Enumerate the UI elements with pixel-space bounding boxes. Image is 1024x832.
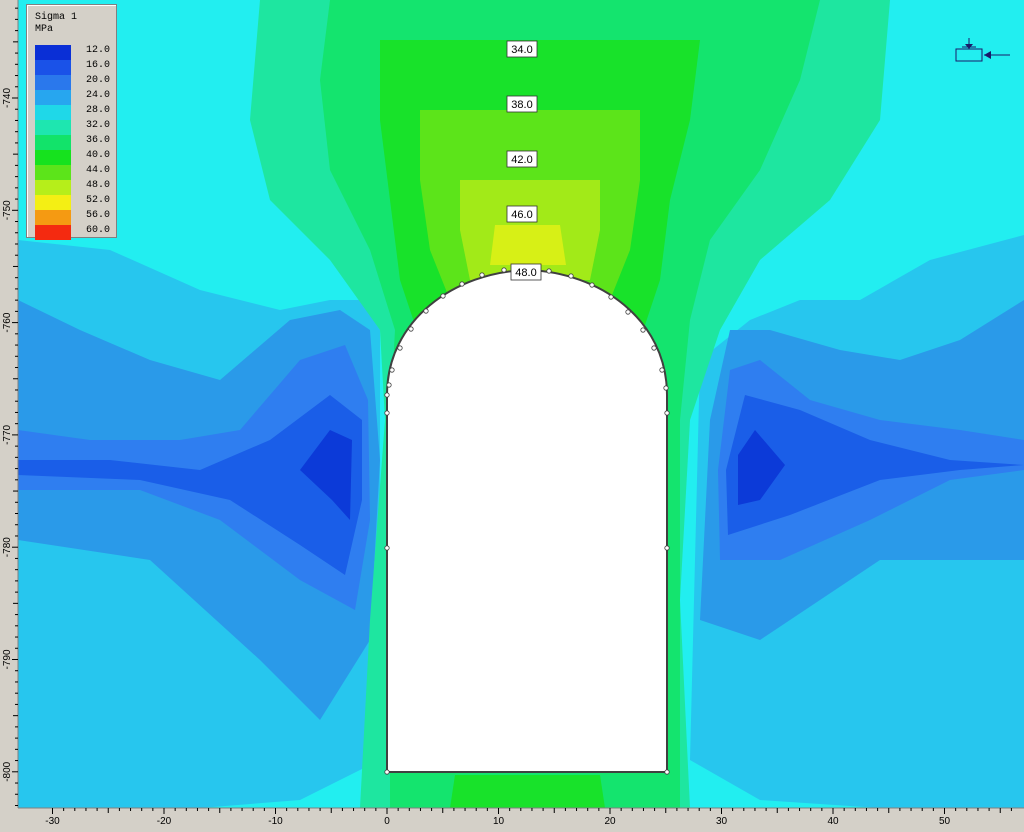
legend-label: 28.0 <box>86 105 111 116</box>
legend-label: 44.0 <box>86 165 111 176</box>
x-tick-label: -20 <box>157 816 172 827</box>
legend-unit: MPa <box>35 24 54 35</box>
y-tick-label: -760 <box>2 312 13 332</box>
boundary-vertex[interactable] <box>640 327 646 333</box>
x-tick-label: 20 <box>604 816 616 827</box>
boundary-vertex[interactable] <box>625 309 631 315</box>
contour-label: 38.0 <box>506 95 538 113</box>
boundary-vertex[interactable] <box>386 382 392 388</box>
boundary-vertex[interactable] <box>659 367 665 373</box>
legend-swatch <box>35 120 71 135</box>
legend-label: 20.0 <box>86 75 111 86</box>
y-tick-label: -770 <box>2 424 13 444</box>
contour-label: 42.0 <box>506 150 538 168</box>
boundary-vertex[interactable] <box>397 345 403 351</box>
boundary-vertex[interactable] <box>664 545 670 551</box>
model-viewport[interactable]: 34.0 38.0 42.0 46.0 48.0 -30 -20 -10 0 10 20 30 40 5… <box>0 0 1024 827</box>
boundary-vertex[interactable] <box>423 308 429 314</box>
y-tick-label: -790 <box>2 649 13 669</box>
x-tick-label: 10 <box>493 816 505 827</box>
boundary-vertex[interactable] <box>651 345 657 351</box>
y-tick-label: -780 <box>2 537 13 557</box>
x-tick-label: -30 <box>45 816 60 827</box>
legend-label: 56.0 <box>86 210 111 221</box>
contour-label: 48.0 <box>510 263 542 281</box>
legend-label: 52.0 <box>86 195 111 206</box>
boundary-vertex[interactable] <box>501 267 507 273</box>
stress-contour-plot[interactable]: 34.0 38.0 42.0 46.0 48.0 -30 -20 -10 0 10 20 30 40 5… <box>0 0 1024 827</box>
x-tick-label: 30 <box>716 816 728 827</box>
legend-swatch <box>35 135 71 150</box>
boundary-vertex[interactable] <box>664 769 670 775</box>
svg-text:46.0: 46.0 <box>511 209 532 221</box>
legend-swatch <box>35 90 71 105</box>
boundary-vertex[interactable] <box>384 410 390 416</box>
y-tick-label: -740 <box>2 88 13 108</box>
x-tick-label: 0 <box>384 816 390 827</box>
boundary-vertex[interactable] <box>546 268 552 274</box>
contour-band <box>450 775 605 808</box>
legend-swatch <box>35 60 71 75</box>
legend-swatch <box>35 180 71 195</box>
x-tick-label: 40 <box>827 816 839 827</box>
svg-text:42.0: 42.0 <box>511 154 532 166</box>
svg-text:48.0: 48.0 <box>515 267 536 279</box>
boundary-vertex[interactable] <box>459 281 465 287</box>
boundary-vertex[interactable] <box>663 385 669 391</box>
boundary-vertex[interactable] <box>408 326 414 332</box>
legend-label: 24.0 <box>86 90 111 101</box>
legend-swatch <box>35 165 71 180</box>
legend-swatch <box>35 210 71 225</box>
horizontal-ruler <box>0 808 1024 827</box>
boundary-vertex[interactable] <box>384 545 390 551</box>
legend-swatch <box>35 105 71 120</box>
contour-label: 34.0 <box>506 40 538 58</box>
boundary-vertex[interactable] <box>479 272 485 278</box>
boundary-vertex[interactable] <box>568 273 574 279</box>
contour-band <box>490 225 566 265</box>
legend-label: 48.0 <box>86 180 111 191</box>
legend-panel[interactable]: Sigma 1 MPa 12.0 16.0 20.0 24.0 28.0 32.0 36.0… <box>26 4 117 240</box>
y-tick-label: -800 <box>2 761 13 781</box>
legend-label: 60.0 <box>86 225 111 236</box>
boundary-vertex[interactable] <box>589 282 595 288</box>
vertical-ruler <box>0 0 18 827</box>
boundary-vertex[interactable] <box>440 293 446 299</box>
legend-swatch <box>35 45 71 60</box>
legend-label: 36.0 <box>86 135 111 146</box>
boundary-vertex[interactable] <box>389 367 395 373</box>
legend-swatch <box>35 75 71 90</box>
legend-label: 32.0 <box>86 120 111 131</box>
svg-text:38.0: 38.0 <box>511 99 532 111</box>
legend-swatch <box>35 195 71 210</box>
boundary-vertex[interactable] <box>384 769 390 775</box>
legend-swatch <box>35 225 71 240</box>
legend-swatch <box>35 150 71 165</box>
y-tick-label: -750 <box>2 200 13 220</box>
legend-title: Sigma 1 <box>35 12 78 23</box>
x-tick-label: 50 <box>939 816 951 827</box>
legend-label: 40.0 <box>86 150 111 161</box>
boundary-vertex[interactable] <box>384 392 390 398</box>
legend-label: 16.0 <box>86 60 111 71</box>
svg-text:34.0: 34.0 <box>511 44 532 56</box>
contour-label: 46.0 <box>506 205 538 223</box>
boundary-vertex[interactable] <box>608 294 614 300</box>
excavation-boundary[interactable] <box>386 268 668 773</box>
legend-label: 12.0 <box>86 45 111 56</box>
x-tick-label: -10 <box>268 816 283 827</box>
boundary-vertex[interactable] <box>664 410 670 416</box>
